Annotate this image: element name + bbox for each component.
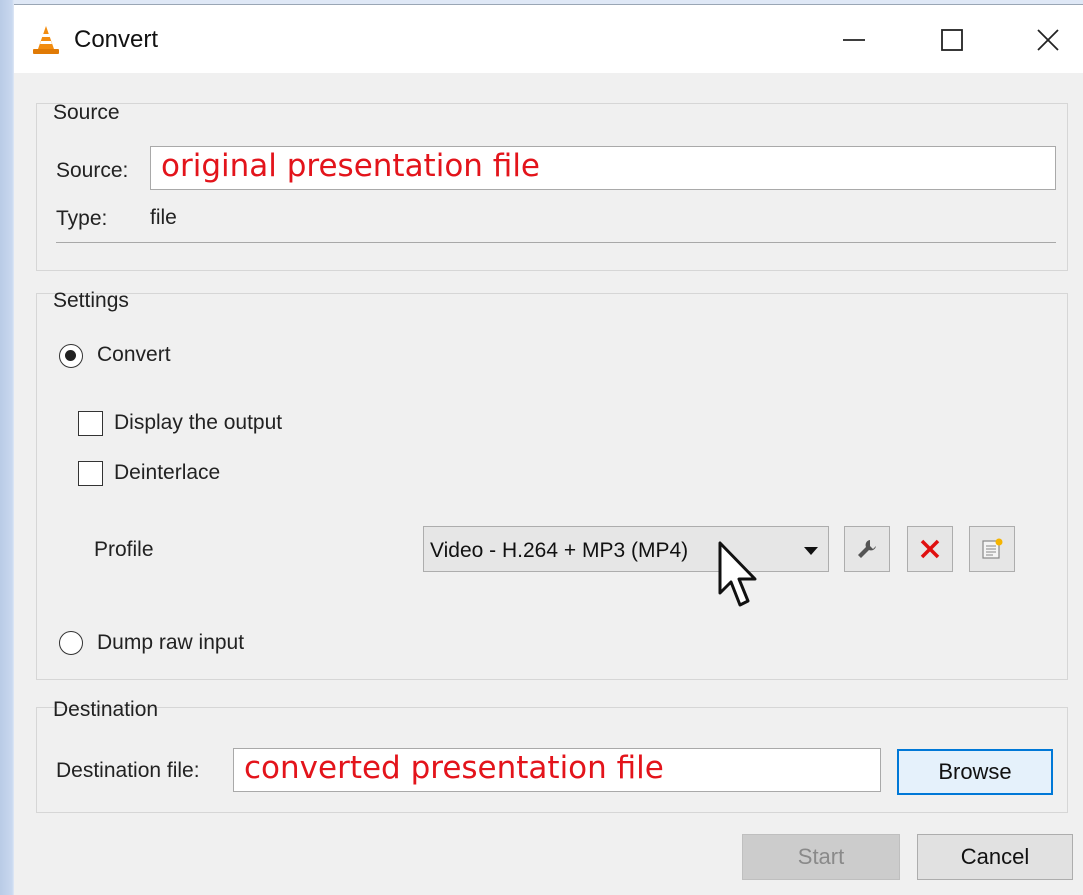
radio-selected-dot bbox=[65, 350, 76, 361]
type-value: file bbox=[150, 206, 177, 229]
destination-file-label: Destination file: bbox=[56, 759, 200, 782]
maximize-icon bbox=[941, 29, 963, 51]
convert-radio[interactable] bbox=[59, 344, 83, 368]
delete-x-icon bbox=[920, 539, 940, 559]
title-bar[interactable]: Convert bbox=[14, 5, 1083, 73]
new-profile-icon bbox=[982, 538, 1003, 559]
browse-button[interactable]: Browse bbox=[897, 749, 1053, 795]
profile-label: Profile bbox=[94, 538, 154, 561]
profile-dropdown[interactable]: Video - H.264 + MP3 (MP4) bbox=[423, 526, 829, 572]
source-label: Source: bbox=[56, 159, 129, 182]
convert-dialog: Convert Source Source: original presenta… bbox=[14, 4, 1083, 895]
cancel-button[interactable]: Cancel bbox=[917, 834, 1073, 880]
type-label: Type: bbox=[56, 207, 108, 230]
window-title: Convert bbox=[74, 26, 159, 53]
minimize-button[interactable] bbox=[824, 15, 884, 65]
close-icon bbox=[1037, 29, 1059, 51]
display-output-label[interactable]: Display the output bbox=[114, 411, 282, 435]
source-separator bbox=[56, 242, 1056, 243]
close-button[interactable] bbox=[1018, 15, 1078, 65]
delete-profile-button[interactable] bbox=[907, 526, 953, 572]
vlc-cone-icon bbox=[33, 26, 59, 54]
destination-group-label: Destination bbox=[53, 698, 159, 721]
edit-profile-button[interactable] bbox=[844, 526, 890, 572]
wrench-icon bbox=[858, 540, 876, 558]
settings-group bbox=[36, 293, 1068, 680]
dump-raw-radio[interactable] bbox=[59, 631, 83, 655]
source-group-label: Source bbox=[53, 101, 120, 124]
convert-radio-label[interactable]: Convert bbox=[97, 343, 171, 367]
deinterlace-checkbox[interactable] bbox=[78, 461, 103, 486]
display-output-checkbox[interactable] bbox=[78, 411, 103, 436]
chevron-down-icon bbox=[804, 547, 818, 555]
source-input[interactable]: original presentation file bbox=[150, 146, 1056, 190]
maximize-button[interactable] bbox=[922, 15, 982, 65]
minimize-icon bbox=[843, 39, 865, 41]
new-profile-button[interactable] bbox=[969, 526, 1015, 572]
profile-selected-value: Video - H.264 + MP3 (MP4) bbox=[430, 539, 689, 562]
start-button[interactable]: Start bbox=[742, 834, 900, 880]
settings-group-label: Settings bbox=[53, 289, 129, 312]
dump-raw-label[interactable]: Dump raw input bbox=[97, 631, 244, 655]
deinterlace-label[interactable]: Deinterlace bbox=[114, 461, 220, 485]
destination-file-input[interactable]: converted presentation file bbox=[233, 748, 881, 792]
